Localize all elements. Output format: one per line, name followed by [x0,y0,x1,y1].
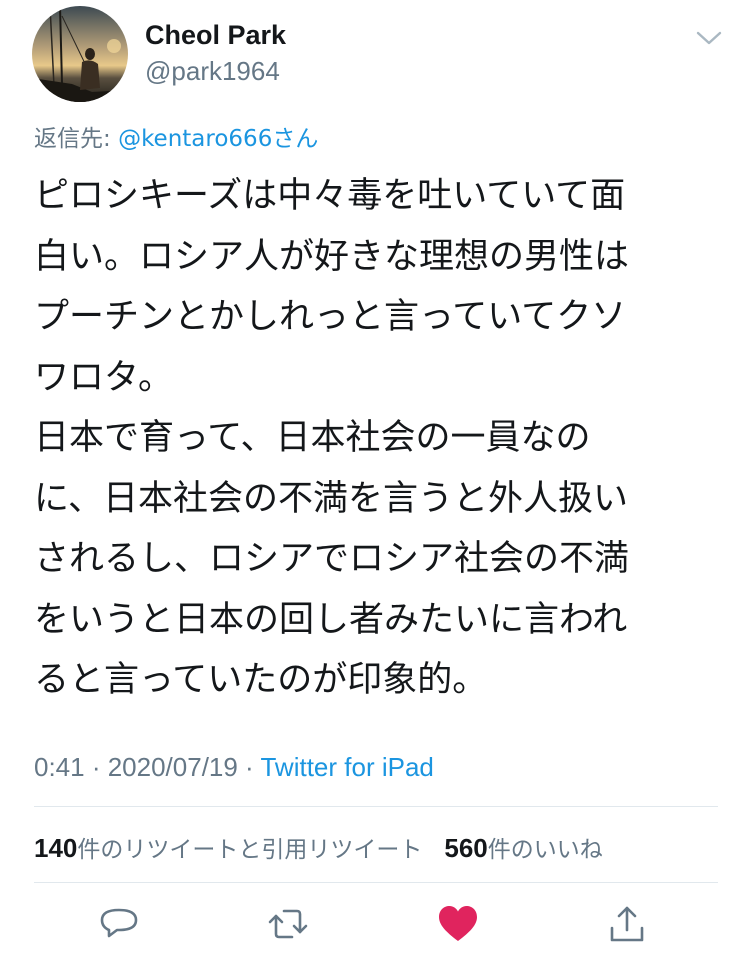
tweet-stats: 140件のリツイートと引用リツイート 560件のいいね [34,830,603,864]
tweet-text-line: されるし、ロシアでロシア社会の不満 [34,539,630,579]
reply-button[interactable] [97,902,141,946]
retweets-count: 140 [34,833,78,863]
reply-context: 返信先: @kentaro666さん [34,119,318,153]
author-handle[interactable]: @park1964 [145,56,280,87]
tweet-text-line: ワロタ。 [34,357,173,398]
retweets-stat[interactable]: 140件のリツイートと引用リツイート [34,833,423,863]
tweet-timestamp: 0:41 · 2020/07/19 · Twitter for iPad [34,752,434,783]
retweet-icon [268,909,308,939]
divider [34,882,718,883]
tweet-text: ピロシキーズは中々毒を吐いていて面 白い。ロシア人が好きな理想の男性は プーチン… [34,166,724,711]
reply-mention-handle: @kentaro666 [118,126,273,152]
likes-count: 560 [444,833,488,863]
avatar-photo [32,6,128,102]
tweet-text-line: をいうと日本の回し者みたいに言われ [34,599,628,640]
reply-mention-suffix: さん [272,126,319,152]
reply-icon [100,908,138,938]
tweet-text-line: ると言っていたのが印象的。 [34,660,488,700]
author-display-name[interactable]: Cheol Park [145,20,286,51]
tweet-text-line: ピロシキーズは中々毒を吐いていて面 [34,176,626,216]
tweet-options-button[interactable] [693,24,725,52]
like-button[interactable] [436,902,480,946]
tweet-source-link[interactable]: Twitter for iPad [260,752,433,782]
reply-mention-link[interactable]: @kentaro666さん [118,126,318,152]
reply-prefix: 返信先: [34,126,119,152]
likes-label: 件のいいね [487,837,603,863]
retweets-label: 件のリツイートと引用リツイート [77,837,423,863]
tweet-text-line: に、日本社会の不満を言うと外人扱い [34,478,628,519]
tweet-time: 0:41 · 2020/07/19 · [34,752,261,782]
avatar[interactable] [32,6,128,102]
retweet-button[interactable] [266,902,310,946]
share-button[interactable] [605,902,649,946]
share-icon [610,906,644,942]
divider [34,806,718,807]
heart-icon [439,906,477,941]
likes-stat[interactable]: 560件のいいね [444,833,603,863]
chevron-down-icon [696,31,722,45]
tweet-text-line: 日本で育って、日本社会の一員なの [34,418,591,458]
tweet-text-line: 白い。ロシア人が好きな理想の男性は [34,236,630,277]
tweet-text-line: プーチンとかしれっと言っていてクソ [34,297,627,337]
